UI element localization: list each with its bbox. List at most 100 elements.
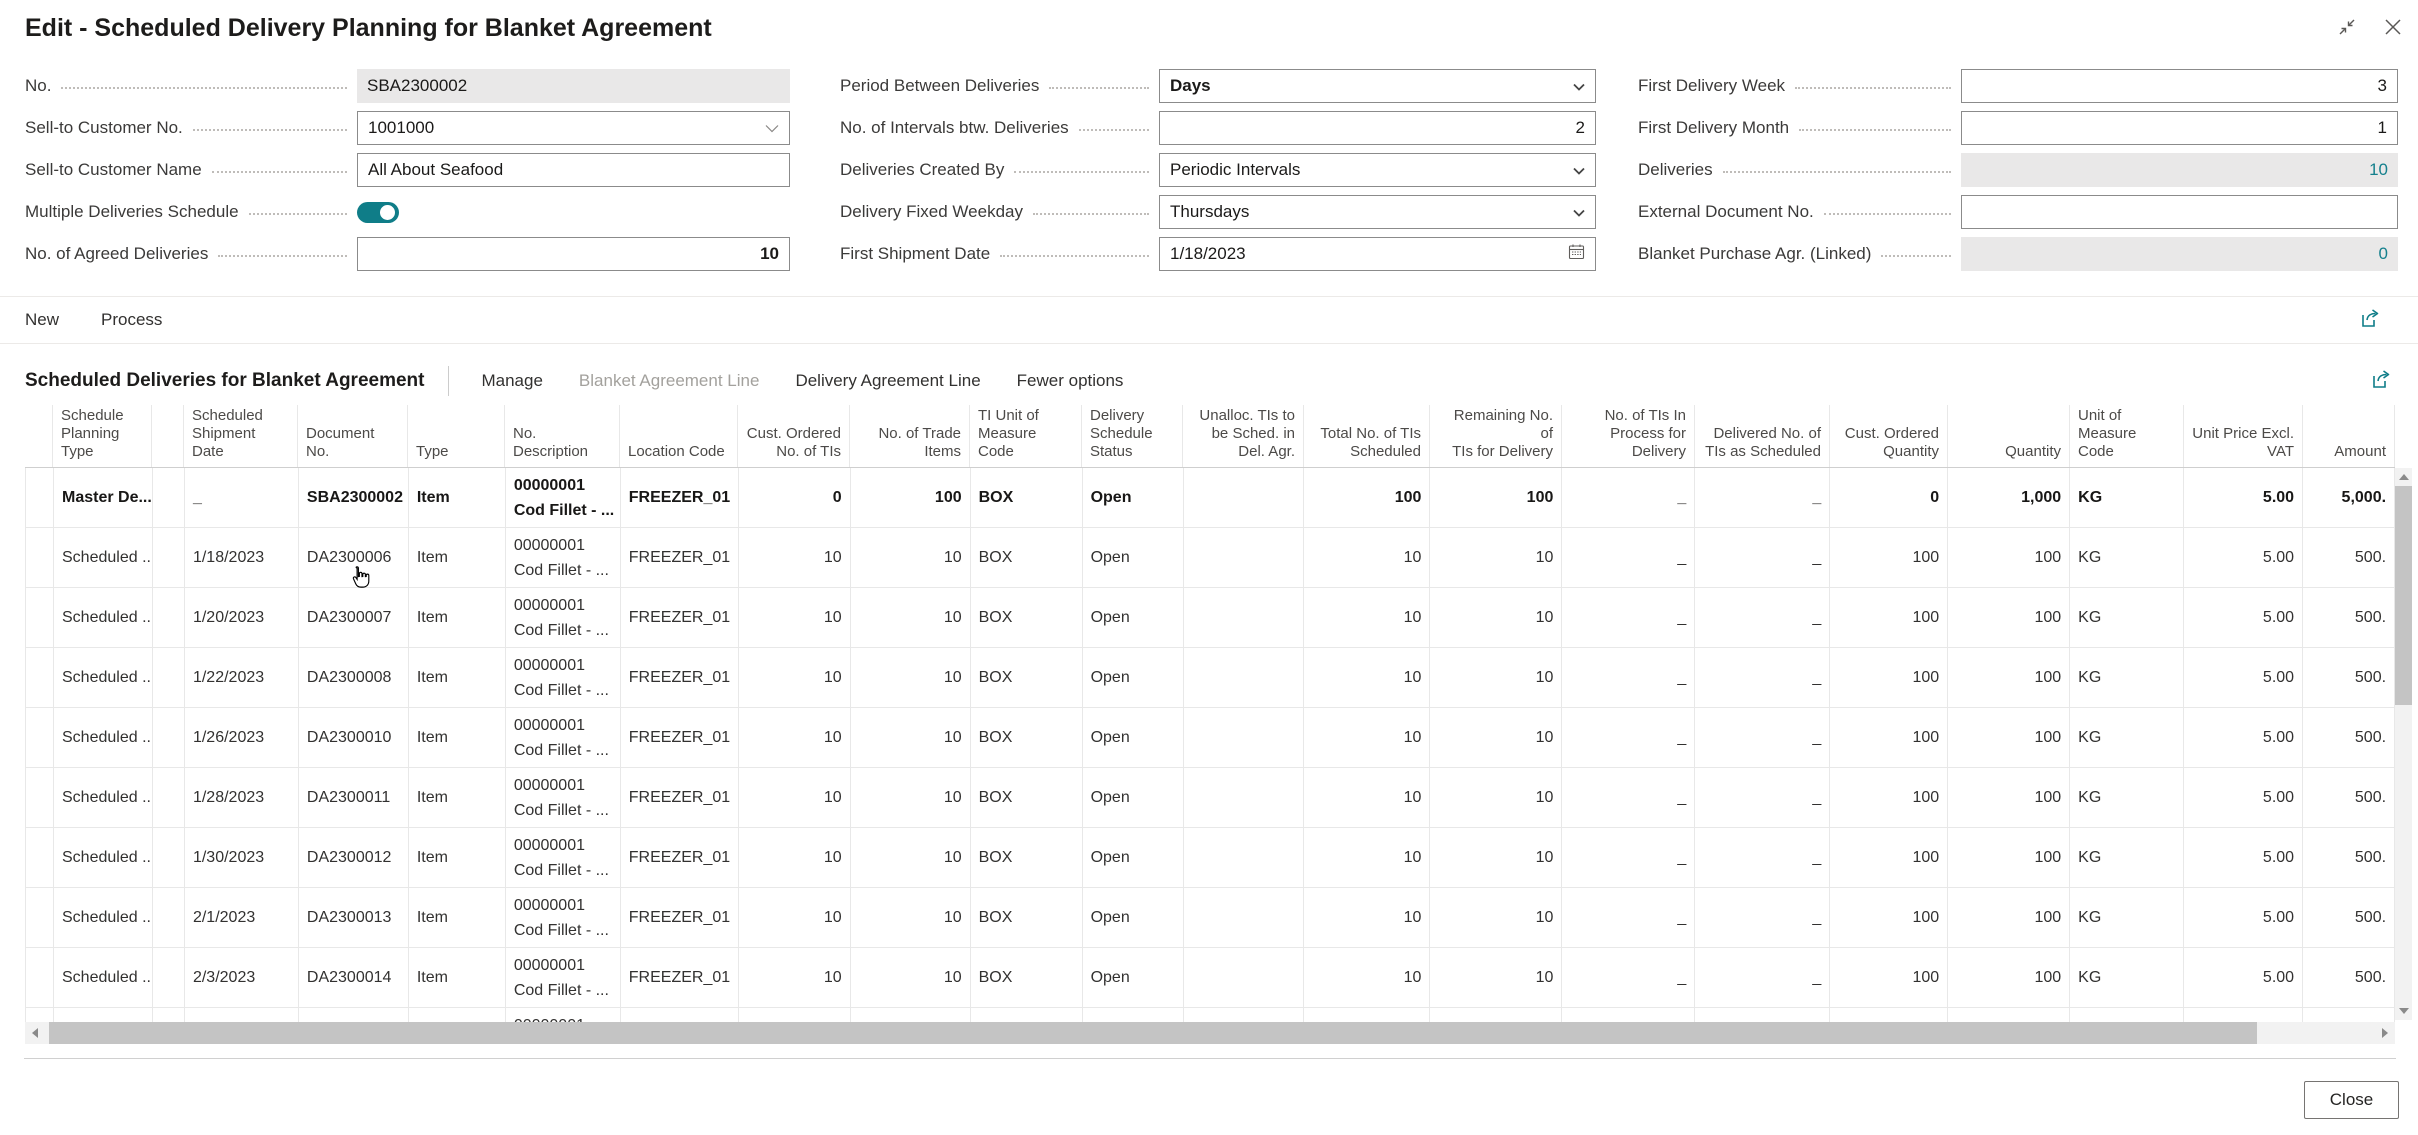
- cell-cust-ordered-no-of-tis[interactable]: 10: [739, 888, 851, 947]
- cell-cust-ordered-quantity[interactable]: 0: [1830, 468, 1948, 527]
- cell-spacer[interactable]: [153, 648, 185, 707]
- cell-cust-ordered-quantity[interactable]: 100: [1830, 828, 1948, 887]
- cell-cust-ordered-no-of-tis[interactable]: 10: [739, 648, 851, 707]
- cell-unit-of-measure-code[interactable]: KG: [2070, 828, 2184, 887]
- cell-row-selector[interactable]: [26, 948, 54, 1007]
- cell-delivered-no-of-tis-as-scheduled[interactable]: _: [1695, 708, 1830, 767]
- cell-no-description[interactable]: 00000001Cod Fillet - ...: [506, 768, 621, 827]
- column-header-ti-unit-of-measure-code[interactable]: TI Unit of Measure Code: [970, 405, 1082, 467]
- cell-unit-price-excl-vat[interactable]: 5.00: [2184, 948, 2303, 1007]
- cell-row-selector[interactable]: [26, 828, 54, 887]
- column-header-amount[interactable]: Amount: [2303, 405, 2395, 467]
- cell-no-of-tis-in-process-for-delivery[interactable]: _: [1562, 708, 1695, 767]
- cell-type[interactable]: Item: [409, 588, 506, 647]
- cell-ti-unit-of-measure-code[interactable]: BOX: [971, 888, 1083, 947]
- cell-unalloc-tis-to-be-sched[interactable]: [1184, 948, 1305, 1007]
- cell-ti-unit-of-measure-code[interactable]: BOX: [971, 768, 1083, 827]
- cell-spacer[interactable]: [153, 828, 185, 887]
- column-header-scheduled-shipment-date[interactable]: Scheduled Shipment Date: [184, 405, 298, 467]
- column-header-remaining-no-of-tis-for-delivery[interactable]: Remaining No. of TIs for Delivery: [1430, 405, 1562, 467]
- vertical-scrollbar-thumb[interactable]: [2395, 486, 2412, 705]
- cell-ti-unit-of-measure-code[interactable]: BOX: [971, 708, 1083, 767]
- cell-ti-unit-of-measure-code[interactable]: BOX: [971, 948, 1083, 1007]
- close-icon[interactable]: [2382, 16, 2404, 38]
- cell-unit-price-excl-vat[interactable]: 5.00: [2184, 528, 2303, 587]
- cell-no-of-trade-items[interactable]: 10: [851, 828, 971, 887]
- cell-remaining-no-of-tis-for-delivery[interactable]: 10: [1430, 588, 1562, 647]
- multiple-deliveries-toggle[interactable]: [357, 202, 399, 223]
- sell-to-customer-no-combo[interactable]: 1001000: [357, 111, 790, 145]
- cell-no-of-trade-items[interactable]: 10: [851, 528, 971, 587]
- cell-quantity[interactable]: 100: [1948, 588, 2070, 647]
- cell-amount[interactable]: 500.: [2303, 768, 2395, 827]
- cell-quantity[interactable]: [1948, 1008, 2070, 1022]
- cell-no-of-tis-in-process-for-delivery[interactable]: _: [1562, 648, 1695, 707]
- cell-unalloc-tis-to-be-sched[interactable]: [1184, 708, 1305, 767]
- cell-spacer[interactable]: [153, 528, 185, 587]
- cell-quantity[interactable]: 100: [1948, 828, 2070, 887]
- cell-total-no-of-tis-scheduled[interactable]: 10: [1304, 888, 1430, 947]
- cell-amount[interactable]: 500.: [2303, 828, 2395, 887]
- cell-row-selector[interactable]: [26, 768, 54, 827]
- cell-scheduled-shipment-date[interactable]: 1/28/2023: [185, 768, 299, 827]
- cell-unit-of-measure-code[interactable]: KG: [2070, 948, 2184, 1007]
- cell-schedule-planning-type[interactable]: Master De...: [54, 468, 153, 527]
- cell-delivery-schedule-status[interactable]: Open: [1083, 588, 1184, 647]
- cell-remaining-no-of-tis-for-delivery[interactable]: 10: [1430, 648, 1562, 707]
- calendar-icon[interactable]: [1568, 243, 1585, 265]
- cell-cust-ordered-no-of-tis[interactable]: 10: [739, 528, 851, 587]
- cell-ti-unit-of-measure-code[interactable]: BOX: [971, 468, 1083, 527]
- cell-delivered-no-of-tis-as-scheduled[interactable]: _: [1695, 648, 1830, 707]
- cell-schedule-planning-type[interactable]: Scheduled ...: [54, 888, 153, 947]
- manage-menu-button[interactable]: Manage: [481, 371, 542, 391]
- cell-cust-ordered-quantity[interactable]: 100: [1830, 588, 1948, 647]
- cell-delivered-no-of-tis-as-scheduled[interactable]: [1695, 1008, 1830, 1022]
- cell-no-description[interactable]: 00000001Cod Fillet - ...: [506, 588, 621, 647]
- cell-cust-ordered-quantity[interactable]: 100: [1830, 528, 1948, 587]
- cell-location-code[interactable]: [621, 1008, 739, 1022]
- cell-unalloc-tis-to-be-sched[interactable]: [1184, 528, 1305, 587]
- cell-no-of-trade-items[interactable]: 100: [851, 468, 971, 527]
- cell-total-no-of-tis-scheduled[interactable]: 10: [1304, 828, 1430, 887]
- cell-unit-price-excl-vat[interactable]: 5.00: [2184, 648, 2303, 707]
- cell-unit-of-measure-code[interactable]: KG: [2070, 588, 2184, 647]
- cell-unalloc-tis-to-be-sched[interactable]: [1184, 828, 1305, 887]
- cell-document-no[interactable]: DA2300011: [299, 768, 409, 827]
- column-header-no-of-trade-items[interactable]: No. of Trade Items: [850, 405, 970, 467]
- cell-unit-of-measure-code[interactable]: KG: [2070, 708, 2184, 767]
- cell-amount[interactable]: 500.: [2303, 948, 2395, 1007]
- cell-type[interactable]: Item: [409, 648, 506, 707]
- cell-unit-of-measure-code[interactable]: KG: [2070, 528, 2184, 587]
- external-document-no-input[interactable]: [1961, 195, 2398, 229]
- cell-total-no-of-tis-scheduled[interactable]: 100: [1304, 468, 1430, 527]
- vertical-scrollbar[interactable]: [2395, 468, 2412, 1020]
- cell-cust-ordered-no-of-tis[interactable]: 10: [739, 948, 851, 1007]
- cell-row-selector[interactable]: [26, 528, 54, 587]
- cell-remaining-no-of-tis-for-delivery[interactable]: 10: [1430, 768, 1562, 827]
- delivery-agreement-line-menu-button[interactable]: Delivery Agreement Line: [795, 371, 980, 391]
- cell-remaining-no-of-tis-for-delivery[interactable]: [1430, 1008, 1562, 1022]
- cell-no-description[interactable]: 00000001Cod Fillet - ...: [506, 528, 621, 587]
- column-header-no-description[interactable]: No. Description: [505, 405, 620, 467]
- cell-spacer[interactable]: [153, 588, 185, 647]
- cell-no-of-tis-in-process-for-delivery[interactable]: [1562, 1008, 1695, 1022]
- cell-amount[interactable]: 5,000.: [2303, 468, 2395, 527]
- cell-schedule-planning-type[interactable]: Scheduled ...: [54, 768, 153, 827]
- cell-cust-ordered-no-of-tis[interactable]: 0: [739, 468, 851, 527]
- column-header-cust-ordered-quantity[interactable]: Cust. Ordered Quantity: [1830, 405, 1948, 467]
- cell-total-no-of-tis-scheduled[interactable]: 10: [1304, 648, 1430, 707]
- cell-no-description[interactable]: 00000001Cod Fillet - ...: [506, 708, 621, 767]
- cell-delivery-schedule-status[interactable]: Open: [1083, 768, 1184, 827]
- cell-location-code[interactable]: FREEZER_01: [621, 468, 739, 527]
- cell-ti-unit-of-measure-code[interactable]: BOX: [971, 528, 1083, 587]
- cell-cust-ordered-quantity[interactable]: 100: [1830, 648, 1948, 707]
- cell-type[interactable]: Item: [409, 768, 506, 827]
- cell-document-no[interactable]: DA2300010: [299, 708, 409, 767]
- cell-no-of-trade-items[interactable]: [851, 1008, 971, 1022]
- cell-type[interactable]: Item: [409, 888, 506, 947]
- cell-cust-ordered-quantity[interactable]: [1830, 1008, 1948, 1022]
- scroll-down-arrow-icon[interactable]: [2399, 1008, 2409, 1014]
- cell-quantity[interactable]: 100: [1948, 888, 2070, 947]
- cell-no-of-trade-items[interactable]: 10: [851, 948, 971, 1007]
- cell-document-no[interactable]: [299, 1008, 409, 1022]
